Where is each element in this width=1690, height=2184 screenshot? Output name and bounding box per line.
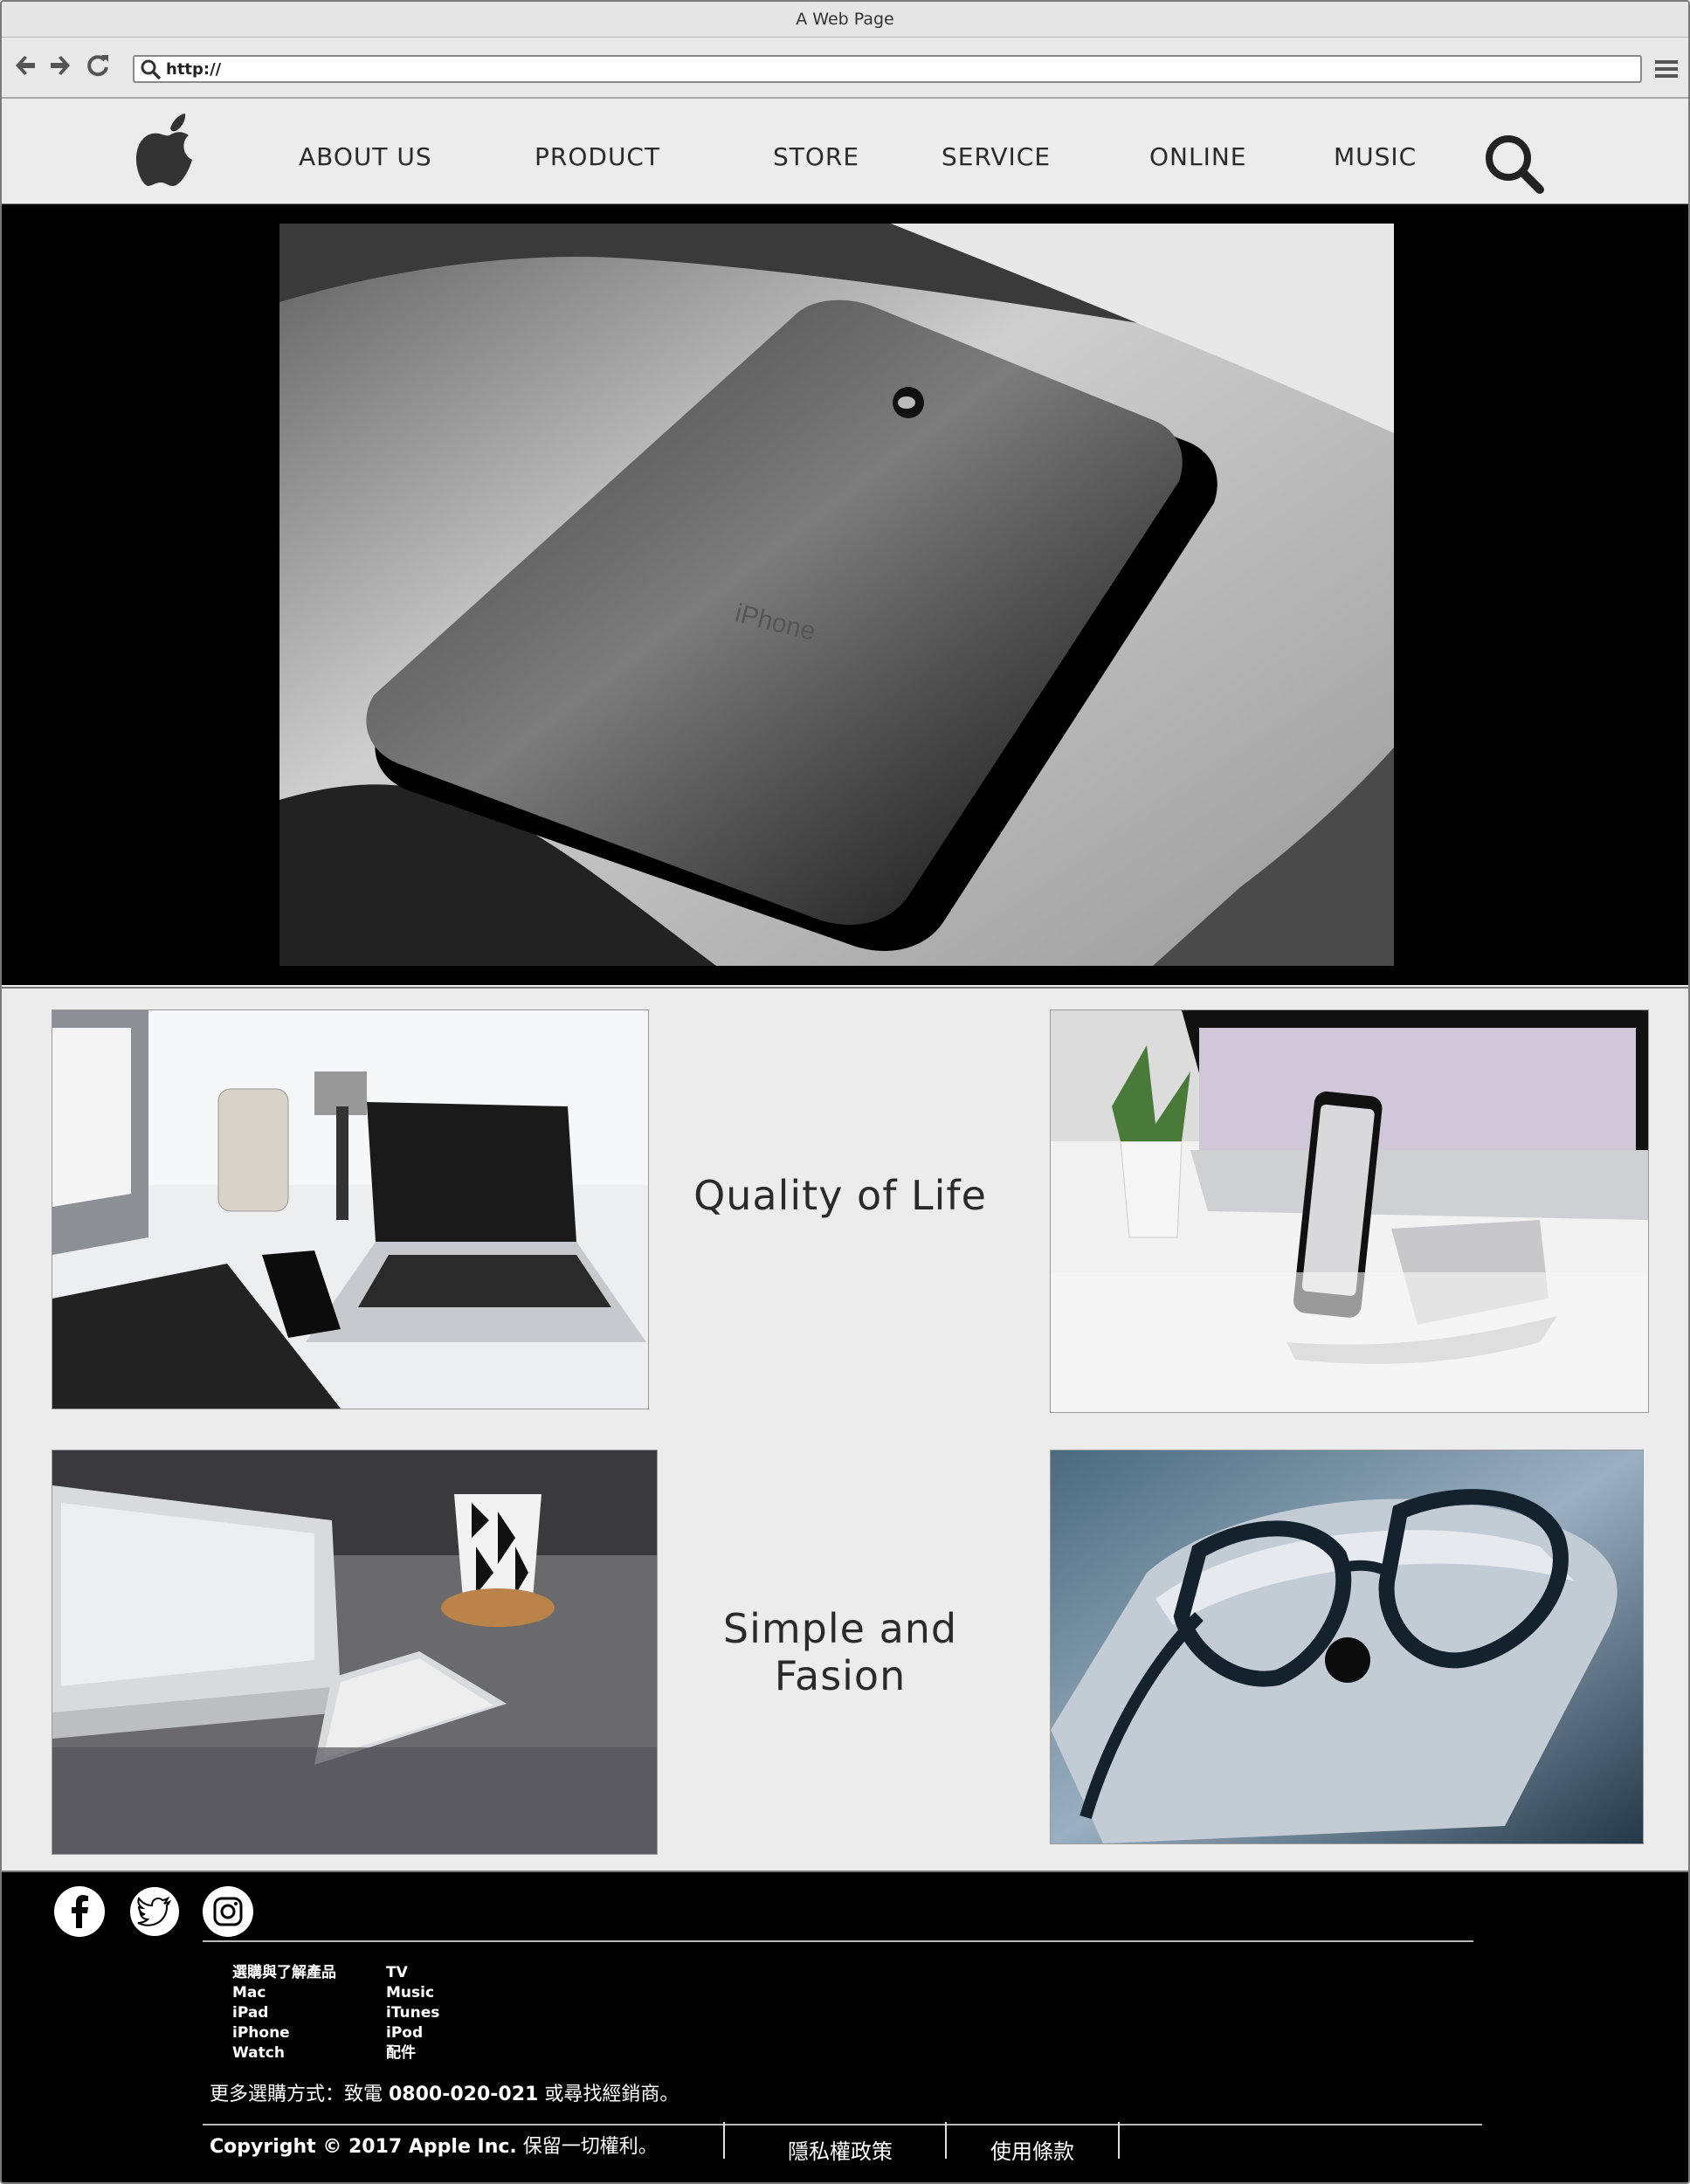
window-title: A Web Page — [2, 2, 1688, 38]
section-tagline: Quality of Life — [693, 1172, 987, 1219]
nav-service[interactable]: SERVICE — [942, 142, 1051, 171]
nav-store[interactable]: STORE — [773, 142, 859, 171]
site-header: ABOUT US PRODUCT STORE SERVICE ONLINE MU… — [2, 99, 1688, 205]
contact-line: 更多選購方式：致電 0800-020-021 或尋找經銷商。 — [210, 2078, 679, 2106]
footer-link[interactable]: iPod — [386, 2023, 439, 2043]
arrow-left-icon[interactable] — [10, 50, 42, 81]
coffee-magazine-photo — [52, 1450, 658, 1855]
footer-link[interactable]: iPhone — [232, 2023, 336, 2043]
footer-link[interactable]: Music — [386, 1983, 439, 2003]
footer-divider — [203, 1940, 1473, 1942]
nav-about-us[interactable]: ABOUT US — [299, 142, 432, 171]
contact-text: 更多選購方式：致電 — [210, 2084, 389, 2105]
footer-link[interactable]: 選購與了解產品 — [232, 1963, 336, 1983]
facebook-icon[interactable] — [52, 1884, 107, 1939]
footer-link[interactable]: Watch — [232, 2043, 336, 2063]
nav-product[interactable]: PRODUCT — [535, 142, 660, 171]
glasses-iphone-photo — [1050, 1450, 1644, 1844]
footer-link[interactable]: iTunes — [386, 2003, 439, 2023]
section-quality-of-life: Quality of Life — [2, 987, 1688, 1432]
hero-banner: iPhone — [2, 204, 1688, 985]
site-footer: 選購與了解產品 Mac iPad iPhone Watch TV Music i… — [2, 1872, 1688, 2182]
search-icon — [141, 59, 162, 80]
copyright: Copyright © 2017 Apple Inc. 保留一切權利。 — [210, 2131, 658, 2159]
footer-separator — [1118, 2122, 1120, 2159]
browser-window: A Web Page ABOUT US PRODUC — [0, 0, 1690, 2184]
url-input[interactable] — [166, 59, 1563, 79]
hamburger-menu-icon[interactable] — [1653, 57, 1680, 81]
magnifier-icon[interactable] — [1482, 132, 1547, 196]
terms-link[interactable]: 使用條款 — [990, 2134, 1074, 2165]
browser-toolbar — [2, 38, 1688, 99]
refresh-icon[interactable] — [82, 50, 114, 81]
arrow-right-icon[interactable] — [44, 50, 75, 81]
nav-online[interactable]: ONLINE — [1149, 142, 1246, 171]
address-bar[interactable] — [133, 55, 1642, 83]
nav-music[interactable]: MUSIC — [1334, 142, 1417, 171]
footer-links-col-2: TV Music iTunes iPod 配件 — [386, 1963, 439, 2063]
twitter-icon[interactable] — [128, 1884, 182, 1939]
footer-link[interactable]: TV — [386, 1963, 439, 1983]
laptop-desk-photo — [52, 1009, 649, 1409]
contact-phone: 0800-020-021 — [389, 2084, 539, 2105]
footer-divider — [203, 2124, 1482, 2125]
section-simple-and-fasion: Simple and Fasion — [2, 1430, 1688, 1872]
instagram-icon[interactable] — [201, 1884, 255, 1939]
privacy-link[interactable]: 隱私權政策 — [788, 2134, 893, 2165]
footer-link[interactable]: Mac — [232, 1983, 336, 2003]
apple-logo-icon[interactable] — [135, 109, 204, 193]
footer-link[interactable]: iPad — [232, 2003, 336, 2023]
section-tagline: Simple and Fasion — [722, 1605, 958, 1699]
footer-link[interactable]: 配件 — [386, 2043, 439, 2063]
copyright-en: Copyright © 2017 Apple Inc. — [210, 2136, 517, 2158]
contact-text: 或尋找經銷商。 — [538, 2084, 679, 2105]
footer-links-col-1: 選購與了解產品 Mac iPad iPhone Watch — [232, 1963, 336, 2063]
hero-iphone-image: iPhone — [279, 224, 1394, 966]
imac-iphone-photo — [1050, 1009, 1649, 1413]
footer-separator — [723, 2122, 725, 2159]
footer-separator — [945, 2122, 947, 2159]
copyright-zh: 保留一切權利。 — [516, 2136, 658, 2158]
